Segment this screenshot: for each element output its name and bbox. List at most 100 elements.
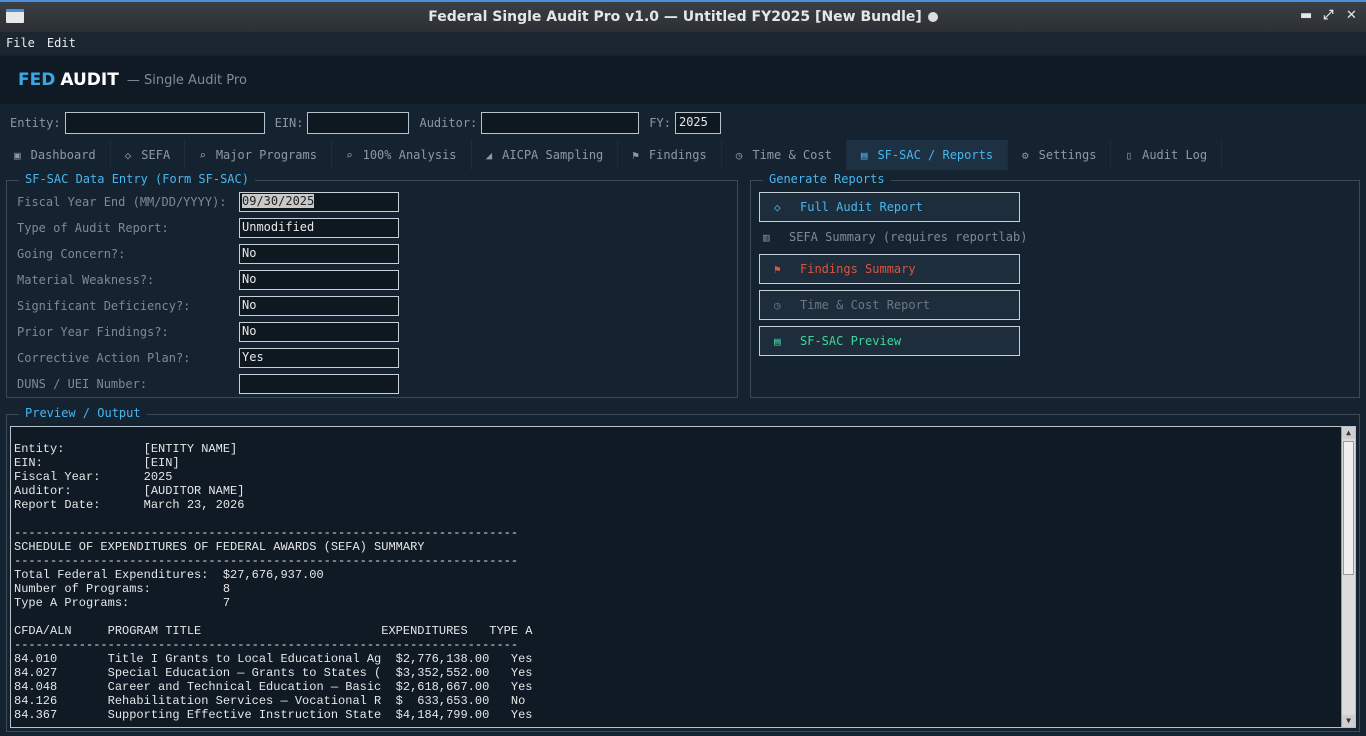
audit-report-type-input[interactable]: Unmodified [239, 218, 399, 238]
corrective-action-plan-input[interactable]: Yes [239, 348, 399, 368]
tab-major-programs[interactable]: ⌕ Major Programs [185, 140, 332, 170]
brand-header: FED AUDIT — Single Audit Pro [0, 56, 1366, 104]
output-legend: Preview / Output [19, 406, 147, 420]
tab-bar: ▣ Dashboard ◇ SEFA ⌕ Major Programs ⌕ 100% A… [0, 140, 1366, 170]
button-label: SF-SAC Preview [800, 334, 902, 348]
prior-year-findings-input[interactable]: No [239, 322, 399, 342]
field-label: Corrective Action Plan?: [17, 351, 191, 365]
report-icon: ▤ [774, 334, 781, 348]
auditor-input[interactable] [481, 112, 640, 134]
unsaved-indicator-icon [927, 12, 938, 22]
field-label: Fiscal Year End (MM/DD/YYYY): [17, 195, 227, 209]
report-icon: ▤ [860, 148, 868, 162]
output-text: Entity: [ENTITY NAME] EIN: [EIN] Fiscal … [14, 442, 533, 722]
field-row: Fiscal Year End (MM/DD/YYYY): 09/30/2025 [17, 192, 399, 212]
field-row: DUNS / UEI Number: [17, 374, 399, 394]
button-label: Full Audit Report [800, 200, 923, 214]
sefa-summary-button-disabled[interactable]: ▥ SEFA Summary (requires reportlab) [759, 222, 1027, 252]
tab-sf-sac-reports[interactable]: ▤ SF-SAC / Reports [846, 140, 1009, 170]
sf-sac-preview-button[interactable]: ▤ SF-SAC Preview [759, 326, 1020, 356]
fiscal-year-end-input[interactable]: 09/30/2025 [239, 192, 399, 212]
generate-reports-group: Generate Reports ◇ Full Audit Report ▥ S… [750, 172, 1360, 398]
fy-label: FY: [649, 116, 671, 130]
tag-icon: ◇ [774, 200, 781, 214]
tab-sefa[interactable]: ◇ SEFA [111, 140, 186, 170]
tab-label: Settings [1038, 148, 1097, 162]
field-label: Going Concern?: [17, 247, 126, 261]
tab-label: SF-SAC / Reports [877, 148, 994, 162]
selected-text: 09/30/2025 [242, 194, 315, 208]
button-label: Time & Cost Report [800, 298, 931, 312]
clock-icon: ◷ [735, 148, 743, 162]
maximize-button[interactable]: ⤢ [1323, 8, 1333, 23]
field-row: Type of Audit Report: Unmodified [17, 218, 399, 238]
duns-uei-input[interactable] [239, 374, 399, 394]
fy-input[interactable]: 2025 [674, 112, 721, 134]
field-row: Material Weakness?: No [17, 270, 399, 290]
menu-edit[interactable]: Edit [47, 36, 76, 50]
tab-label: AICPA Sampling [502, 148, 604, 162]
brand-subtitle: — Single Audit Pro [126, 72, 247, 88]
full-audit-report-button[interactable]: ◇ Full Audit Report [759, 192, 1020, 222]
scroll-down-icon[interactable]: ▼ [1342, 715, 1355, 727]
scroll-up-icon[interactable]: ▲ [1342, 427, 1355, 439]
button-label: SEFA Summary (requires reportlab) [789, 230, 1028, 244]
window-title: Federal Single Audit Pro v1.0 — Untitled… [428, 9, 922, 25]
sfsac-data-entry-group: SF-SAC Data Entry (Form SF-SAC) Fiscal Y… [6, 172, 738, 398]
menu-bar: File Edit [0, 32, 1366, 54]
menu-file[interactable]: File [6, 36, 35, 50]
field-row: Prior Year Findings?: No [17, 322, 399, 342]
tab-label: SEFA [141, 148, 171, 162]
field-label: Material Weakness?: [17, 273, 155, 287]
magnifier-icon: ⌕ [345, 148, 353, 162]
search-icon: ⌕ [199, 148, 206, 162]
flag-icon: ⚑ [774, 262, 781, 276]
field-row: Going Concern?: No [17, 244, 399, 264]
field-label: Type of Audit Report: [17, 221, 169, 235]
significant-deficiency-input[interactable]: No [239, 296, 399, 316]
tab-findings[interactable]: ⚑ Findings [618, 140, 722, 170]
tab-label: Audit Log [1142, 148, 1208, 162]
vertical-scrollbar[interactable]: ▲ ▼ [1341, 427, 1355, 727]
dashboard-icon: ▣ [14, 148, 21, 162]
reports-legend: Generate Reports [763, 172, 891, 186]
entity-input[interactable] [64, 112, 265, 134]
tab-settings[interactable]: ⚙ Settings [1008, 140, 1112, 170]
field-label: Prior Year Findings?: [17, 325, 169, 339]
ein-label: EIN: [274, 116, 304, 130]
sfsac-legend: SF-SAC Data Entry (Form SF-SAC) [19, 172, 255, 186]
ein-input[interactable] [307, 112, 410, 134]
field-label: Significant Deficiency?: [17, 299, 191, 313]
tab-100-analysis[interactable]: ⌕ 100% Analysis [332, 140, 472, 170]
clipboard-icon: ▯ [1125, 148, 1133, 162]
brand-fed: FED [18, 70, 56, 90]
field-label: DUNS / UEI Number: [17, 377, 148, 391]
output-text-area[interactable]: Entity: [ENTITY NAME] EIN: [EIN] Fiscal … [10, 426, 1356, 728]
tab-label: Major Programs [215, 148, 317, 162]
material-weakness-input[interactable]: No [239, 270, 399, 290]
bar-chart-icon: ▥ [763, 230, 770, 244]
tab-time-cost[interactable]: ◷ Time & Cost [722, 140, 847, 170]
tab-dashboard[interactable]: ▣ Dashboard [0, 140, 111, 170]
scroll-thumb[interactable] [1343, 441, 1354, 575]
time-cost-report-button[interactable]: ◷ Time & Cost Report [759, 290, 1020, 320]
tab-audit-log[interactable]: ▯ Audit Log [1111, 140, 1223, 170]
entity-label: Entity: [10, 116, 61, 130]
app-icon [6, 9, 24, 23]
going-concern-input[interactable]: No [239, 244, 399, 264]
brand-audit: AUDIT [60, 70, 119, 90]
auditor-label: Auditor: [419, 116, 478, 130]
tab-aicpa-sampling[interactable]: ◢ AICPA Sampling [472, 140, 619, 170]
close-button[interactable]: ✕ [1346, 8, 1357, 23]
tab-label: Time & Cost [752, 148, 832, 162]
tab-label: Findings [648, 148, 707, 162]
minimize-button[interactable]: ▬ [1300, 8, 1312, 23]
entity-bar: Entity: EIN: Auditor: FY: 2025 [0, 108, 1366, 138]
flag-icon: ⚑ [632, 148, 639, 162]
tab-label: Dashboard [30, 148, 96, 162]
window-titlebar: Federal Single Audit Pro v1.0 — Untitled… [0, 0, 1366, 32]
tag-icon: ◇ [124, 148, 132, 162]
field-row: Corrective Action Plan?: Yes [17, 348, 399, 368]
field-row: Significant Deficiency?: No [17, 296, 399, 316]
findings-summary-button[interactable]: ⚑ Findings Summary [759, 254, 1020, 284]
